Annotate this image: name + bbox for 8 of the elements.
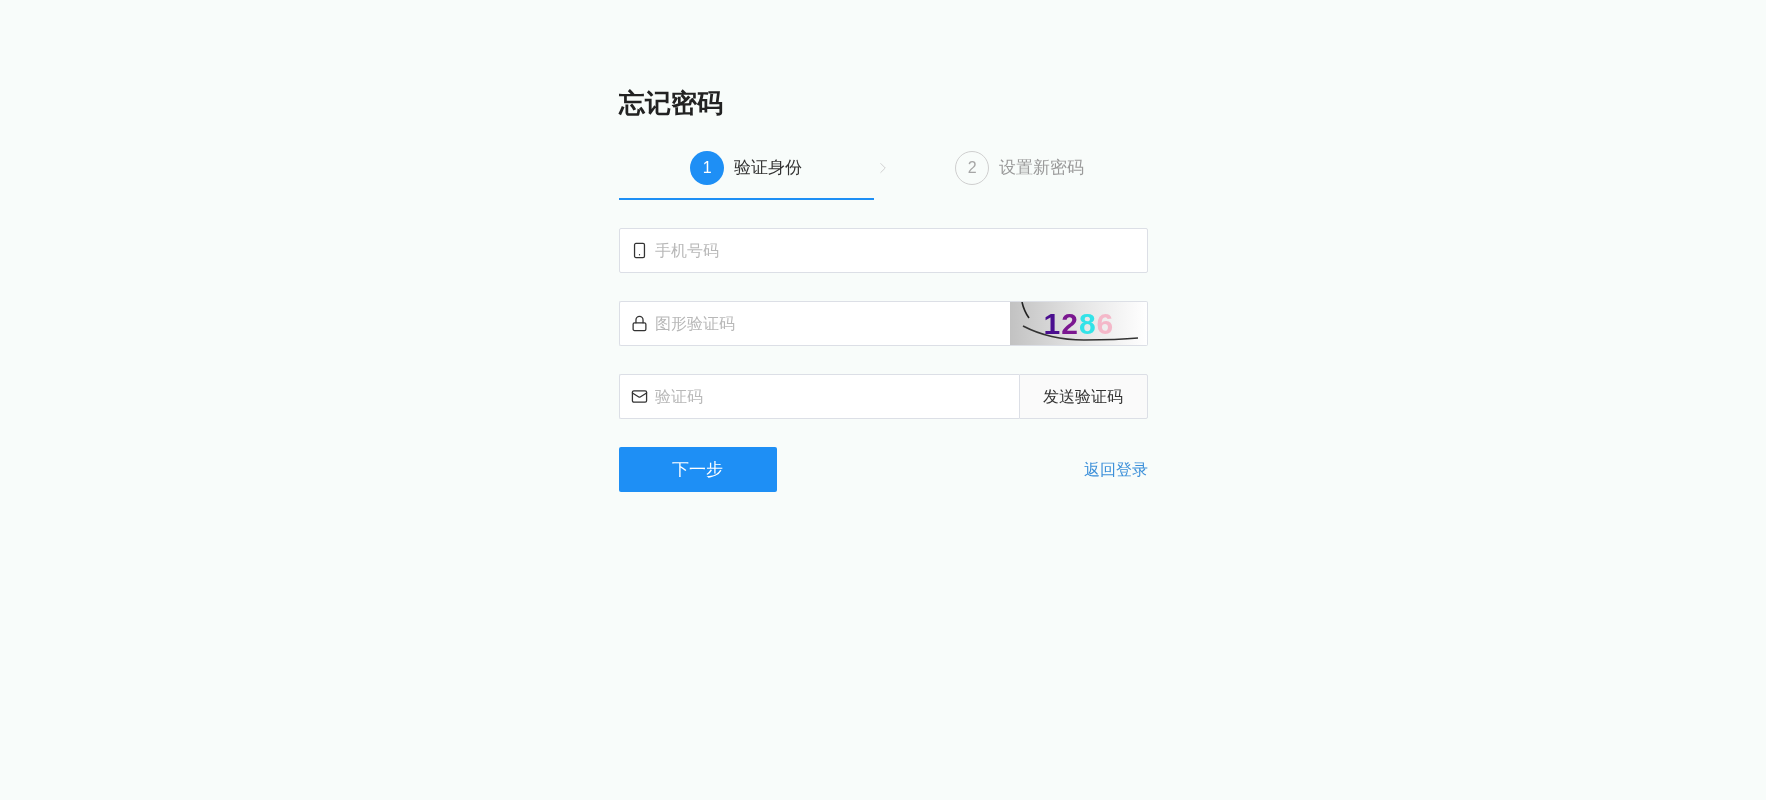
- envelope-icon: [630, 388, 648, 405]
- step-label: 设置新密码: [999, 157, 1085, 180]
- send-code-button[interactable]: 发送验证码: [1018, 374, 1148, 419]
- step-label: 验证身份: [734, 157, 803, 180]
- phone-number-field[interactable]: 手机号码: [618, 228, 1148, 273]
- page-title: 忘记密码: [618, 87, 724, 120]
- sms-code-field[interactable]: 验证码: [618, 374, 1019, 419]
- step-number: 1: [690, 151, 725, 185]
